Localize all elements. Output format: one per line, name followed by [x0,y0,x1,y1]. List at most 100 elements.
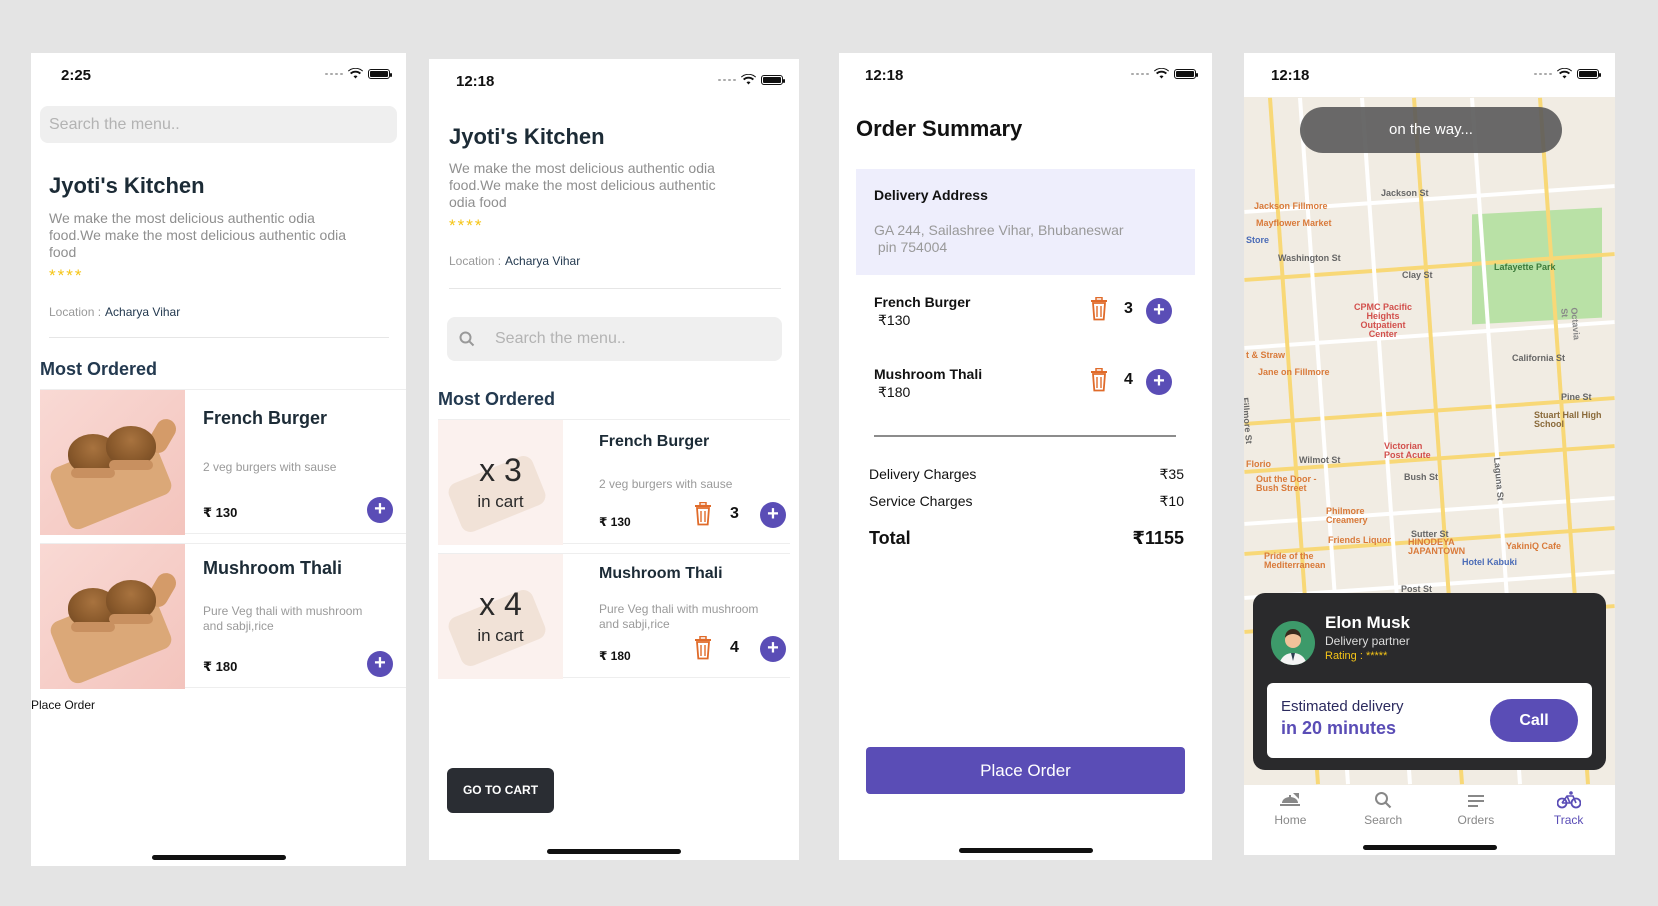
status-icons [1534,68,1601,79]
park-label: Lafayette Park [1494,262,1556,272]
battery-icon [1174,68,1198,79]
item-description: 2 veg burgers with sause [599,477,733,491]
rating-stars: **** [49,266,84,285]
location-row: Location : Acharya Vihar [449,254,580,268]
food-image [40,544,185,689]
menu-item-card[interactable]: x 4 in cart Mushroom Thali Pure Veg thal… [438,553,790,679]
poi-label: HINODEYA JAPANTOWN [1408,537,1466,556]
trash-icon[interactable] [1090,297,1108,321]
driver-name: Elon Musk [1325,613,1411,632]
trash-icon[interactable] [1090,368,1108,392]
add-item-button[interactable]: + [760,502,786,528]
poi-label: CPMC Pacific Heights Outpatient Center [1353,302,1413,339]
location-label: Location : [449,254,502,268]
restaurant-description: We make the most delicious authentic odi… [449,160,716,210]
total-label: Total [869,528,911,548]
eta-value: in 20 minutes [1281,718,1397,738]
status-icons [1131,68,1198,79]
tab-track[interactable]: Track [1522,785,1615,835]
place-order-button[interactable]: Place Order [866,747,1185,794]
cart-menu-screen: 12:18 Jyoti's Kitchen We make the most d… [429,59,799,860]
search-input[interactable]: Search the menu.. [447,317,782,361]
add-item-button[interactable]: + [367,497,393,523]
add-item-button[interactable]: + [367,651,393,677]
trash-icon[interactable] [694,502,712,526]
wifi-icon [1557,68,1572,79]
poi-label: Florio [1246,459,1271,469]
page-title: Order Summary [856,116,1023,141]
delivery-address-card[interactable]: Delivery Address GA 244, Sailashree Viha… [856,169,1195,275]
signal-icon [718,78,736,81]
place-order-link[interactable]: Place Order [31,698,95,712]
home-indicator [958,848,1093,853]
poi-label: Philmore Creamery [1326,506,1368,525]
home-indicator [1362,845,1497,850]
poi-label: Jane on Fillmore [1258,367,1330,377]
driver-avatar [1271,621,1315,665]
menu-item-card[interactable]: Mushroom Thali Pure Veg thali with mushr… [40,543,406,689]
add-item-button[interactable]: + [1146,298,1172,324]
status-icons [718,74,785,85]
status-bar: 12:18 [839,53,1212,97]
tab-label: Home [1274,813,1307,827]
menu-screen: 2:25 Search the menu.. Jyoti's Kitchen W… [31,53,406,866]
status-bar: 12:18 [1244,53,1615,97]
track-order-screen: 12:18 Jackson St Washington St Clay St C… [1244,53,1615,855]
item-name: French Burger [599,433,710,450]
eta-card: Estimated delivery in 20 minutes Call [1267,683,1592,758]
poi-label: Out the Door - Bush Street [1256,474,1317,493]
status-time: 12:18 [1271,67,1310,84]
tab-orders[interactable]: Orders [1430,785,1523,835]
item-name: Mushroom Thali [874,366,983,382]
street-label: Clay St [1402,270,1433,280]
cart-count: x 4 [479,586,522,622]
orders-icon [1467,795,1484,807]
tab-label: Track [1553,813,1584,827]
address-title: Delivery Address [874,187,988,203]
location-value: Acharya Vihar [505,254,581,268]
wifi-icon [741,74,756,85]
menu-item-card[interactable]: x 3 in cart French Burger 2 veg burgers … [438,419,790,545]
home-indicator [547,849,681,854]
signal-icon [1534,72,1552,75]
add-item-button[interactable]: + [760,636,786,662]
delivery-charges-label: Delivery Charges [869,466,977,482]
tab-home[interactable]: Home [1244,785,1337,835]
poi-label: Pride of the Mediterranean [1264,551,1326,570]
section-title: Most Ordered [40,359,158,379]
divider [874,435,1176,437]
item-name: Mushroom Thali [203,558,342,578]
status-time: 12:18 [865,67,904,84]
total-value: ₹1155 [1132,528,1184,548]
item-quantity: 3 [730,505,739,522]
street-label: Pine St [1561,392,1592,402]
wifi-icon [348,68,363,79]
item-quantity: 4 [1124,371,1133,388]
divider [49,337,389,338]
restaurant-description: We make the most delicious authentic odi… [49,210,347,260]
divider [449,288,781,289]
item-name: Mushroom Thali [599,565,723,582]
rating-stars: **** [449,216,484,235]
bicycle-icon [1556,791,1581,809]
tab-search[interactable]: Search [1337,785,1430,835]
street-label: Washington St [1278,253,1341,263]
driver-avatar-icon [1271,621,1315,665]
signal-icon [325,72,343,75]
poi-label: Store [1246,235,1270,245]
status-time: 2:25 [61,67,92,84]
add-item-button[interactable]: + [1146,369,1172,395]
eta-label: Estimated delivery [1281,698,1404,715]
trash-icon[interactable] [694,636,712,660]
call-button[interactable]: Call [1490,699,1578,742]
poi-label: t & Straw [1246,350,1286,360]
item-price: ₹ 130 [599,515,631,529]
order-status-pill: on the way... [1300,107,1562,153]
search-input[interactable]: Search the menu.. [40,106,397,143]
poi-label: Mayflower Market [1256,218,1332,228]
go-to-cart-button[interactable]: GO TO CART [447,768,554,813]
menu-item-card[interactable]: French Burger 2 veg burgers with sause ₹… [40,389,406,535]
home-icon [1280,793,1301,806]
poi-label: Friends Liquor [1328,535,1391,545]
location-label: Location : [49,305,102,319]
